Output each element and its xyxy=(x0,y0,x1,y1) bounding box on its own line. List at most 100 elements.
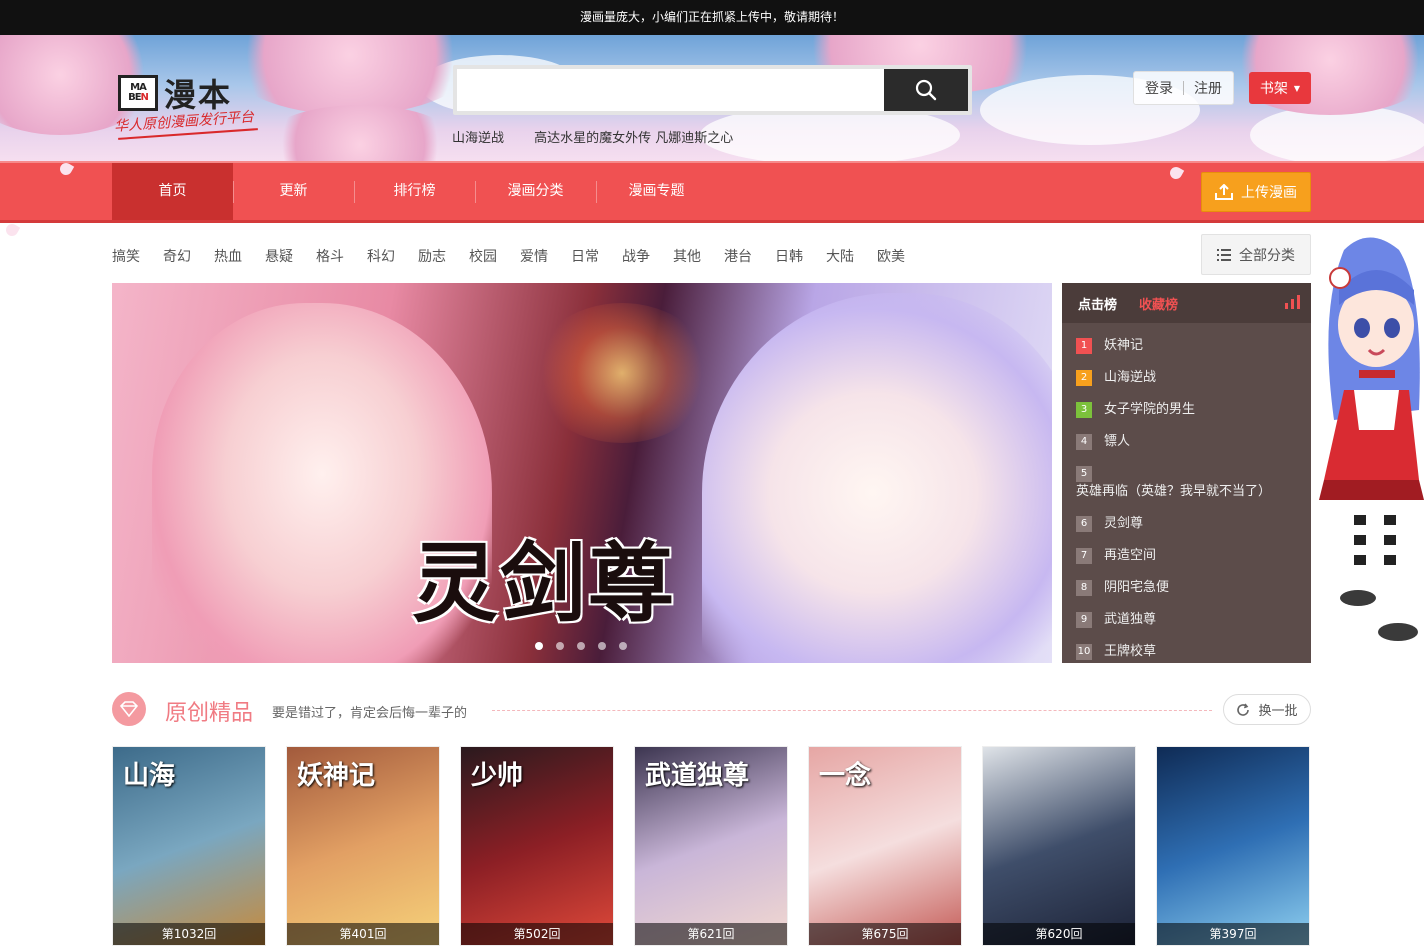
ranking-item[interactable]: 6 灵剑尊 xyxy=(1076,515,1297,533)
top-notice-bar: 漫画量庞大，小编们正在抓紧上传中，敬请期待！ xyxy=(0,0,1424,35)
ranking-tabs: 点击榜 收藏榜 xyxy=(1062,283,1311,323)
rank-title: 灵剑尊 xyxy=(1104,516,1144,531)
comic-card[interactable]: 武道独尊 第621回 xyxy=(634,746,788,946)
cover-title: 武道独尊 xyxy=(645,761,750,791)
cover-title: 妖神记 xyxy=(297,761,376,791)
blossom-cluster xyxy=(260,105,460,161)
ranking-item[interactable]: 1 妖神记 xyxy=(1076,337,1297,355)
comic-card[interactable]: 山海 第1032回 xyxy=(112,746,266,946)
category-link[interactable]: 奇幻 xyxy=(163,246,191,266)
comic-card[interactable]: 第620回 xyxy=(982,746,1136,946)
rank-title: 再造空间 xyxy=(1104,548,1157,563)
category-link[interactable]: 港台 xyxy=(724,246,752,266)
category-link[interactable]: 校园 xyxy=(469,246,497,266)
episode-label: 第621回 xyxy=(635,923,787,945)
login-link[interactable]: 登录 xyxy=(1145,78,1173,98)
caret-down-icon: ▼ xyxy=(1293,83,1301,93)
ranking-item[interactable]: 10 王牌校草 xyxy=(1076,643,1297,661)
diamond-icon xyxy=(112,692,146,726)
carousel-dot[interactable] xyxy=(556,642,564,650)
category-link[interactable]: 爱情 xyxy=(520,246,548,266)
nav-item-updates[interactable]: 更新 xyxy=(233,163,354,220)
nav-item-categories[interactable]: 漫画分类 xyxy=(475,163,596,220)
rank-title: 武道独尊 xyxy=(1104,612,1157,627)
carousel-dot[interactable] xyxy=(598,642,606,650)
ranking-item[interactable]: 8 阴阳宅急便 xyxy=(1076,579,1297,597)
ranking-item[interactable]: 4 镖人 xyxy=(1076,433,1297,451)
firework-art xyxy=(532,303,712,443)
all-categories-button[interactable]: 全部分类 xyxy=(1201,234,1311,275)
petal-decoration xyxy=(57,160,75,178)
upload-icon xyxy=(1215,184,1233,200)
register-link[interactable]: 注册 xyxy=(1194,78,1222,98)
rank-number: 7 xyxy=(1076,548,1092,564)
rank-number: 9 xyxy=(1076,612,1092,628)
upload-comic-button[interactable]: 上传漫画 xyxy=(1201,172,1311,212)
category-link[interactable]: 搞笑 xyxy=(112,246,140,266)
carousel-dot[interactable] xyxy=(619,642,627,650)
hero-title: 灵剑尊 xyxy=(412,533,676,634)
category-link[interactable]: 战争 xyxy=(622,246,650,266)
rank-number: 2 xyxy=(1076,370,1092,386)
nav-menu: 首页 更新 排行榜 漫画分类 漫画专题 xyxy=(112,163,717,220)
comic-card[interactable]: 妖神记 第401回 xyxy=(286,746,440,946)
category-link[interactable]: 日韩 xyxy=(775,246,803,266)
tab-favorites[interactable]: 收藏榜 xyxy=(1139,294,1178,313)
section-title: 原创精品 xyxy=(165,701,254,726)
rank-title: 英雄再临（英雄？我早就不当了） xyxy=(1076,484,1272,499)
main-navbar: 首页 更新 排行榜 漫画分类 漫画专题 上传漫画 xyxy=(0,160,1424,223)
search-box xyxy=(453,65,972,115)
nav-item-topics[interactable]: 漫画专题 xyxy=(596,163,717,220)
all-categories-label: 全部分类 xyxy=(1239,247,1295,264)
category-link[interactable]: 格斗 xyxy=(316,246,344,266)
petal-decoration xyxy=(3,221,21,239)
search-button[interactable] xyxy=(884,69,968,111)
ranking-item[interactable]: 9 武道独尊 xyxy=(1076,611,1297,629)
nav-item-rankings[interactable]: 排行榜 xyxy=(354,163,475,220)
category-link[interactable]: 其他 xyxy=(673,246,701,266)
comic-card[interactable]: 第397回 xyxy=(1156,746,1310,946)
comic-card[interactable]: 少帅 第502回 xyxy=(460,746,614,946)
rank-title: 女子学院的男生 xyxy=(1104,402,1196,417)
rank-number: 4 xyxy=(1076,434,1092,450)
category-links: 搞笑 奇幻 热血 悬疑 格斗 科幻 励志 校园 爱情 日常 战争 其他 港台 日… xyxy=(112,246,928,266)
search-input[interactable] xyxy=(461,73,881,107)
category-link[interactable]: 励志 xyxy=(418,246,446,266)
carousel-dot[interactable] xyxy=(577,642,585,650)
hot-word-link[interactable]: 高达水星的魔女外传 凡娜迪斯之心 xyxy=(534,131,733,146)
cover-title: 少帅 xyxy=(471,761,524,791)
ranking-item[interactable]: 3 女子学院的男生 xyxy=(1076,401,1297,419)
section-divider xyxy=(492,710,1212,711)
bookshelf-label: 书架 xyxy=(1259,81,1288,97)
bar-chart-icon xyxy=(1285,295,1300,309)
comic-card-list: 山海 第1032回 妖神记 第401回 少帅 第502回 武道独尊 第621回 … xyxy=(112,746,1310,946)
header-banner: MA BEN 漫本 华人原创漫画发行平台 山海逆战 高达水星的魔女外传 凡娜迪斯… xyxy=(0,35,1424,161)
list-icon xyxy=(1217,248,1231,261)
logo-mark: MA BEN xyxy=(118,75,158,111)
ranking-item[interactable]: 5 英雄再临（英雄？我早就不当了） xyxy=(1076,465,1297,501)
category-link[interactable]: 日常 xyxy=(571,246,599,266)
ranking-item[interactable]: 7 再造空间 xyxy=(1076,547,1297,565)
category-link[interactable]: 科幻 xyxy=(367,246,395,266)
rank-title: 山海逆战 xyxy=(1104,370,1157,385)
category-link[interactable]: 悬疑 xyxy=(265,246,293,266)
hero-carousel[interactable]: 灵剑尊 xyxy=(112,283,1052,663)
category-link[interactable]: 大陆 xyxy=(826,246,854,266)
refresh-icon xyxy=(1237,703,1250,716)
auth-links: 登录 注册 xyxy=(1133,71,1234,105)
category-link[interactable]: 欧美 xyxy=(877,246,905,266)
ranking-list: 1 妖神记 2 山海逆战 3 女子学院的男生 4 镖人 5 英雄再临（英雄？我早就不当了）… xyxy=(1062,323,1311,661)
category-link[interactable]: 热血 xyxy=(214,246,242,266)
tab-clicks[interactable]: 点击榜 xyxy=(1078,294,1117,313)
ranking-item[interactable]: 2 山海逆战 xyxy=(1076,369,1297,387)
carousel-dot[interactable] xyxy=(535,642,543,650)
cover-title: 山海 xyxy=(123,761,176,791)
hot-word-link[interactable]: 山海逆战 xyxy=(452,131,504,146)
bookshelf-button[interactable]: 书架 ▼ xyxy=(1249,72,1311,104)
comic-cover xyxy=(1157,747,1309,945)
comic-card[interactable]: 一念 第675回 xyxy=(808,746,962,946)
search-icon xyxy=(915,79,937,101)
refresh-batch-button[interactable]: 换一批 xyxy=(1223,694,1311,725)
rank-title: 王牌校草 xyxy=(1104,644,1157,659)
nav-item-home[interactable]: 首页 xyxy=(112,163,233,220)
